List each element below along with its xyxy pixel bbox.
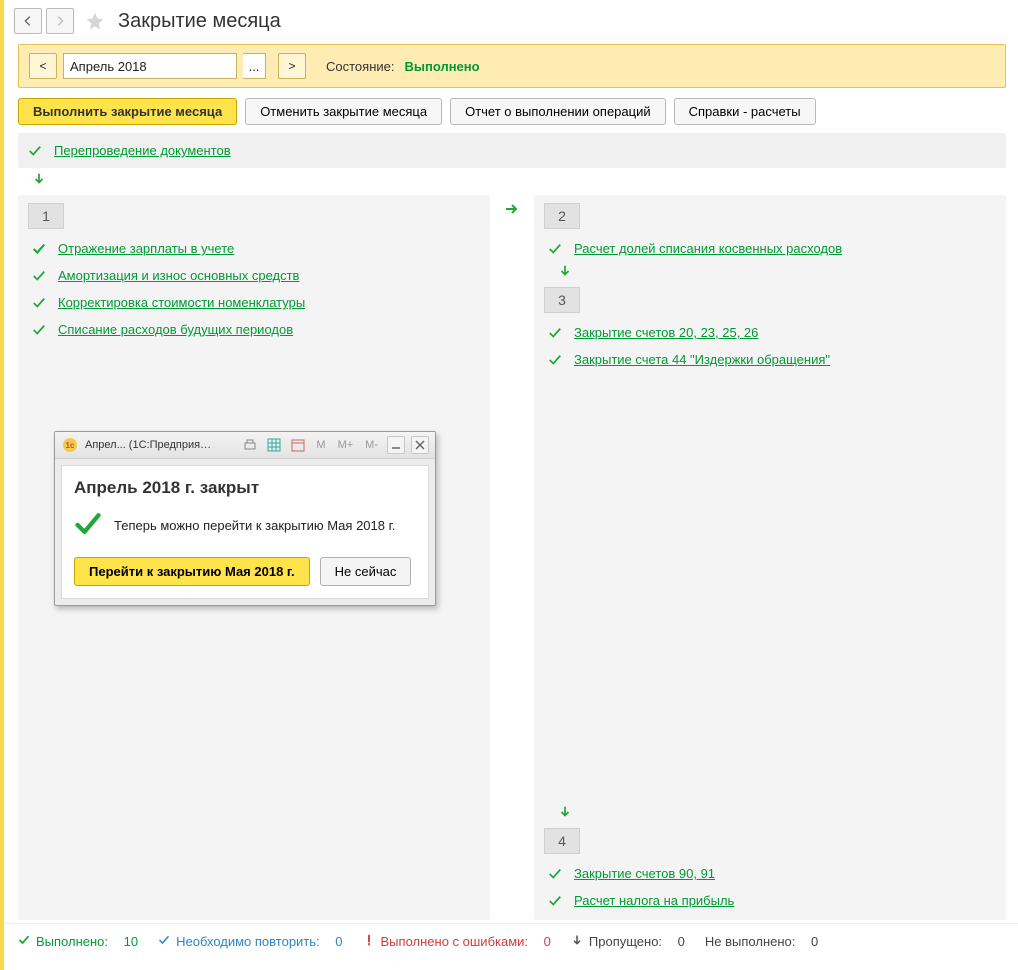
not-now-button[interactable]: Не сейчас bbox=[320, 557, 412, 586]
dialog-title-text: Апрел... (1С:Предприятие) bbox=[85, 439, 215, 451]
op-row: Расчет долей списания косвенных расходов bbox=[548, 241, 996, 256]
check-icon bbox=[548, 353, 562, 367]
stage-4-number: 4 bbox=[544, 828, 580, 854]
reference-reports-button[interactable]: Справки - расчеты bbox=[674, 98, 816, 125]
error-icon bbox=[363, 934, 375, 949]
period-picker-button[interactable]: ... bbox=[243, 53, 266, 79]
check-icon bbox=[32, 296, 46, 310]
op-row: Закрытие счетов 90, 91 bbox=[548, 866, 996, 881]
nav-forward-button[interactable] bbox=[46, 8, 74, 34]
m-minus-button[interactable]: M- bbox=[362, 439, 381, 451]
op-link[interactable]: Амортизация и износ основных средств bbox=[58, 268, 299, 283]
repost-documents-row: Перепроведение документов bbox=[18, 133, 1006, 168]
skip-icon bbox=[571, 934, 583, 949]
dialog-titlebar: 1c Апрел... (1С:Предприятие) M M+ M- bbox=[55, 432, 435, 459]
op-link[interactable]: Расчет налога на прибыль bbox=[574, 893, 734, 908]
stage-right-column: 2 Расчет долей списания косвенных расход… bbox=[534, 195, 1006, 920]
arrow-down-icon bbox=[558, 264, 996, 281]
stage-3-number: 3 bbox=[544, 287, 580, 313]
check-icon bbox=[28, 144, 42, 158]
calendar-icon[interactable] bbox=[289, 436, 307, 454]
stages-container: 1 Отражение зарплаты в учете Амортизация… bbox=[18, 195, 1006, 920]
op-link[interactable]: Отражение зарплаты в учете bbox=[58, 241, 234, 256]
op-row: Списание расходов будущих периодов bbox=[32, 322, 480, 337]
operations-report-button[interactable]: Отчет о выполнении операций bbox=[450, 98, 666, 125]
big-check-icon bbox=[74, 510, 102, 541]
op-link[interactable]: Закрытие счетов 90, 91 bbox=[574, 866, 715, 881]
toolbar: Выполнить закрытие месяца Отменить закры… bbox=[18, 98, 1006, 125]
op-link[interactable]: Закрытие счета 44 "Издержки обращения" bbox=[574, 352, 830, 367]
check-icon bbox=[32, 269, 46, 283]
check-icon bbox=[32, 323, 46, 337]
footer-repeat: Необходимо повторить: 0 bbox=[158, 934, 342, 949]
op-row: Корректировка стоимости номенклатуры bbox=[32, 295, 480, 310]
check-icon bbox=[158, 934, 170, 949]
op-row: Отражение зарплаты в учете bbox=[32, 241, 480, 256]
arrow-down-icon bbox=[558, 805, 996, 822]
page-title: Закрытие месяца bbox=[118, 10, 281, 33]
svg-text:1c: 1c bbox=[66, 441, 75, 450]
header: Закрытие месяца bbox=[4, 0, 1018, 44]
app-1c-icon: 1c bbox=[61, 436, 79, 454]
go-to-next-month-button[interactable]: Перейти к закрытию Мая 2018 г. bbox=[74, 557, 310, 586]
grid-icon[interactable] bbox=[265, 436, 283, 454]
op-link[interactable]: Списание расходов будущих периодов bbox=[58, 322, 293, 337]
stage-1-number: 1 bbox=[28, 203, 64, 229]
op-link[interactable]: Корректировка стоимости номенклатуры bbox=[58, 295, 305, 310]
period-input[interactable]: Апрель 2018 bbox=[63, 53, 237, 79]
check-icon bbox=[548, 867, 562, 881]
check-icon bbox=[548, 894, 562, 908]
print-icon[interactable] bbox=[241, 436, 259, 454]
period-next-button[interactable]: > bbox=[278, 53, 306, 79]
execute-close-month-button[interactable]: Выполнить закрытие месяца bbox=[18, 98, 237, 125]
dialog-heading: Апрель 2018 г. закрыт bbox=[74, 478, 416, 498]
favorite-star-icon[interactable] bbox=[84, 10, 106, 32]
footer-pending: Не выполнено: 0 bbox=[705, 934, 818, 949]
footer-errors: Выполнено с ошибками: 0 bbox=[363, 934, 551, 949]
close-icon[interactable] bbox=[411, 436, 429, 454]
period-value: Апрель 2018 bbox=[70, 59, 147, 74]
op-row: Закрытие счетов 20, 23, 25, 26 bbox=[548, 325, 996, 340]
stage-2-number: 2 bbox=[544, 203, 580, 229]
m-button[interactable]: M bbox=[313, 439, 328, 451]
nav-back-button[interactable] bbox=[14, 8, 42, 34]
stage-1-column: 1 Отражение зарплаты в учете Амортизация… bbox=[18, 195, 490, 920]
arrow-down-icon bbox=[32, 172, 1018, 189]
op-row: Закрытие счета 44 "Издержки обращения" bbox=[548, 352, 996, 367]
status-footer: Выполнено: 10 Необходимо повторить: 0 Вы… bbox=[4, 923, 1018, 959]
repost-documents-link[interactable]: Перепроведение документов bbox=[54, 143, 231, 158]
footer-done: Выполнено: 10 bbox=[18, 934, 138, 949]
op-link[interactable]: Закрытие счетов 20, 23, 25, 26 bbox=[574, 325, 758, 340]
cancel-close-month-button[interactable]: Отменить закрытие месяца bbox=[245, 98, 442, 125]
m-plus-button[interactable]: M+ bbox=[335, 439, 357, 451]
check-icon bbox=[548, 326, 562, 340]
period-prev-button[interactable]: < bbox=[29, 53, 57, 79]
op-row: Расчет налога на прибыль bbox=[548, 893, 996, 908]
minimize-icon[interactable] bbox=[387, 436, 405, 454]
state-value: Выполнено bbox=[404, 59, 479, 74]
period-bar: < Апрель 2018 ... > Состояние: Выполнено bbox=[18, 44, 1006, 88]
op-row: Амортизация и износ основных средств bbox=[32, 268, 480, 283]
arrow-right-icon bbox=[504, 195, 520, 920]
check-icon bbox=[548, 242, 562, 256]
check-icon bbox=[18, 934, 30, 949]
footer-skipped: Пропущено: 0 bbox=[571, 934, 685, 949]
check-icon bbox=[32, 242, 46, 256]
dialog-message: Теперь можно перейти к закрытию Мая 2018… bbox=[114, 518, 395, 533]
month-closed-dialog: 1c Апрел... (1С:Предприятие) M M+ M- Апр… bbox=[54, 431, 436, 606]
state-label: Состояние: bbox=[326, 59, 394, 74]
op-link[interactable]: Расчет долей списания косвенных расходов bbox=[574, 241, 842, 256]
dialog-body: Апрель 2018 г. закрыт Теперь можно перей… bbox=[61, 465, 429, 599]
